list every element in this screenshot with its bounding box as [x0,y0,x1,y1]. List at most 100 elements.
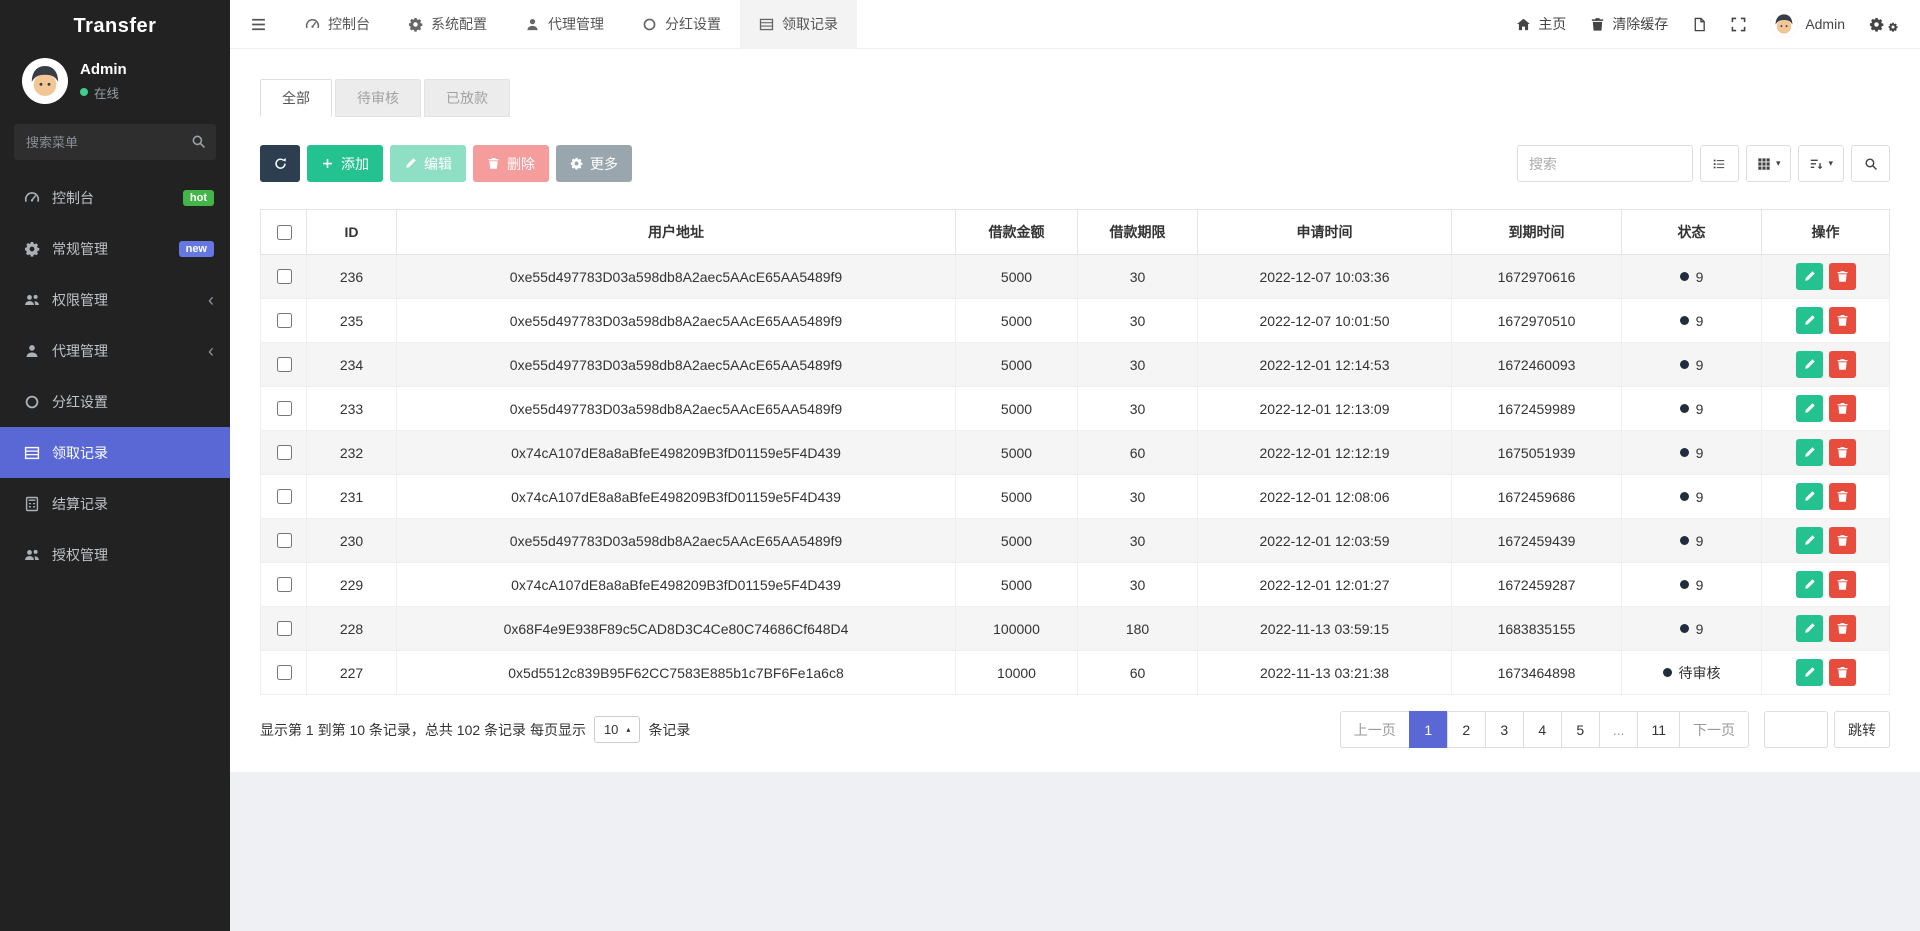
sidebar-item[interactable]: 常规管理new [0,223,230,274]
delete-row-button[interactable] [1829,615,1856,642]
cell-apply-time: 2022-11-13 03:59:15 [1198,607,1452,651]
sidebar-item[interactable]: 结算记录 [0,478,230,529]
row-checkbox[interactable] [277,577,292,592]
user-icon [24,343,40,359]
jump-button[interactable]: 跳转 [1834,711,1890,748]
next-page-button[interactable]: 下一页 [1679,711,1749,748]
filter-tab[interactable]: 待审核 [335,79,421,117]
edit-row-button[interactable] [1796,527,1823,554]
cell-amount: 5000 [956,563,1078,607]
edit-row-button[interactable] [1796,483,1823,510]
top-tab[interactable]: 控制台 [286,0,389,49]
sidebar-item[interactable]: 代理管理‹ [0,325,230,376]
user-avatar[interactable] [22,58,68,104]
toggle-view-button[interactable] [1700,145,1739,182]
delete-button[interactable]: 删除 [473,145,549,182]
row-checkbox[interactable] [277,621,292,636]
edit-button[interactable]: 编辑 [390,145,466,182]
edit-row-button[interactable] [1796,263,1823,290]
page-ellipsis[interactable]: ... [1599,711,1639,748]
more-button[interactable]: 更多 [556,145,632,182]
jump-page-input[interactable] [1764,711,1828,748]
edit-row-button[interactable] [1796,439,1823,466]
edit-row-button[interactable] [1796,571,1823,598]
delete-row-button[interactable] [1829,527,1856,554]
column-header[interactable]: 状态 [1622,210,1762,255]
clear-cache-link[interactable]: 清除缓存 [1590,14,1668,34]
column-header[interactable]: 到期时间 [1452,210,1622,255]
settings-button[interactable] [1869,17,1898,32]
menu-search-input[interactable] [14,124,216,160]
row-checkbox[interactable] [277,313,292,328]
sidebar-item[interactable]: 授权管理 [0,529,230,580]
sidebar-item[interactable]: 分红设置 [0,376,230,427]
refresh-button[interactable] [260,145,300,182]
edit-row-button[interactable] [1796,615,1823,642]
sidebar-item[interactable]: 领取记录 [0,427,230,478]
cell-expire-time: 1672970510 [1452,299,1622,343]
file-icon [1692,17,1707,32]
delete-row-button[interactable] [1829,439,1856,466]
row-checkbox[interactable] [277,533,292,548]
add-button[interactable]: 添加 [307,145,383,182]
table-search-input[interactable] [1517,145,1693,182]
column-header[interactable]: 借款金额 [956,210,1078,255]
page-button[interactable]: 4 [1523,711,1562,748]
top-tab[interactable]: 系统配置 [389,0,506,49]
filter-tab[interactable]: 已放款 [424,79,510,117]
sidebar-item[interactable]: 控制台hot [0,172,230,223]
delete-row-button[interactable] [1829,263,1856,290]
cell-address: 0x5d5512c839B95F62CC7583E885b1c7BF6Fe1a6… [397,651,956,695]
page-button[interactable]: 5 [1561,711,1600,748]
select-all-checkbox[interactable] [277,225,292,240]
row-checkbox[interactable] [277,445,292,460]
caret-down-icon: ▾ [1776,158,1781,169]
sidebar-item[interactable]: 权限管理‹ [0,274,230,325]
top-tab[interactable]: 代理管理 [506,0,623,49]
page-size-select[interactable]: 10▴ [594,716,640,743]
columns-button[interactable]: ▾ [1746,145,1792,182]
cell-apply-time: 2022-12-01 12:01:27 [1198,563,1452,607]
filter-tab[interactable]: 全部 [260,79,332,117]
delete-row-button[interactable] [1829,483,1856,510]
row-checkbox[interactable] [277,269,292,284]
status-dot-icon [1680,580,1689,589]
table-row: 2280x68F4e9E938F89c5CAD8D3C4Ce80C74686Cf… [261,607,1890,651]
delete-row-button[interactable] [1829,395,1856,422]
sidebar-toggle-button[interactable] [230,0,286,49]
column-header[interactable]: ID [307,210,397,255]
delete-row-button[interactable] [1829,351,1856,378]
export-button[interactable]: ▾ [1798,145,1844,182]
column-header[interactable]: 借款期限 [1078,210,1198,255]
home-link[interactable]: 主页 [1516,14,1566,34]
row-checkbox[interactable] [277,665,292,680]
edit-row-button[interactable] [1796,395,1823,422]
top-tab[interactable]: 分红设置 [623,0,740,49]
top-tab[interactable]: 领取记录 [740,0,857,49]
column-header[interactable]: 申请时间 [1198,210,1452,255]
user-menu[interactable]: Admin [1770,10,1845,38]
fullscreen-button[interactable] [1731,17,1746,32]
delete-row-button[interactable] [1829,307,1856,334]
delete-row-button[interactable] [1829,659,1856,686]
page-button[interactable]: 1 [1409,711,1448,748]
page-button[interactable]: 2 [1447,711,1486,748]
edit-row-button[interactable] [1796,307,1823,334]
page-button[interactable]: 11 [1637,711,1680,748]
trash-icon [1836,578,1849,591]
page-refresh-button[interactable] [1692,17,1707,32]
prev-page-button[interactable]: 上一页 [1340,711,1410,748]
search-toggle-button[interactable] [1851,145,1890,182]
trash-icon [1836,490,1849,503]
column-header[interactable]: 用户地址 [397,210,956,255]
edit-row-button[interactable] [1796,351,1823,378]
cell-id: 235 [307,299,397,343]
column-header[interactable]: 操作 [1762,210,1890,255]
sort-icon [1809,157,1823,171]
row-checkbox[interactable] [277,357,292,372]
page-button[interactable]: 3 [1485,711,1524,748]
row-checkbox[interactable] [277,401,292,416]
delete-row-button[interactable] [1829,571,1856,598]
edit-row-button[interactable] [1796,659,1823,686]
row-checkbox[interactable] [277,489,292,504]
